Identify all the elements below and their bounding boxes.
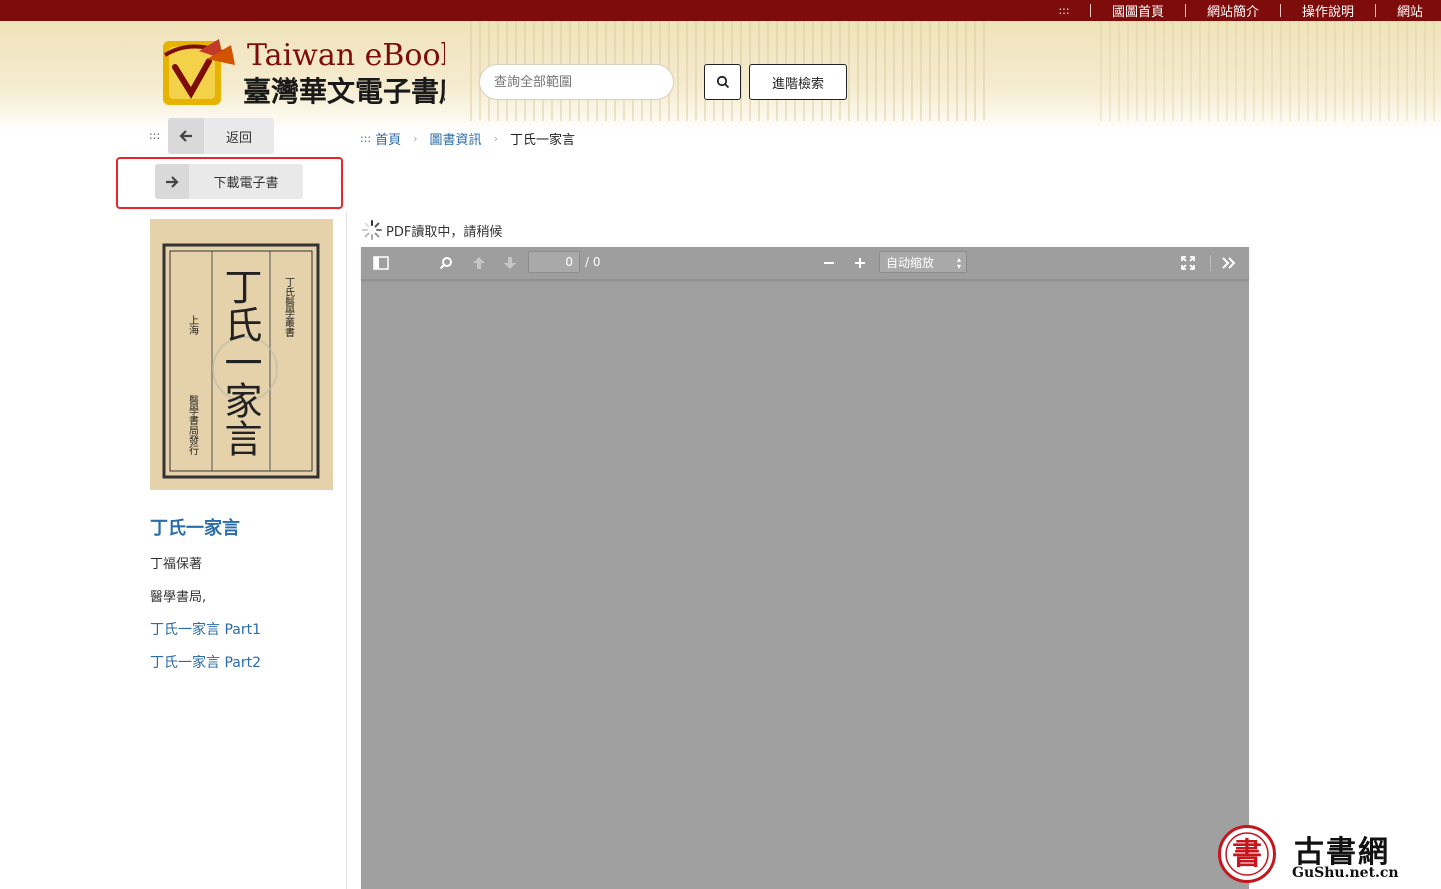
left-accesskey[interactable]: :::	[149, 129, 160, 142]
zoom-out-icon[interactable]	[817, 252, 841, 274]
search-button[interactable]	[704, 64, 741, 100]
previous-page-icon[interactable]	[467, 252, 491, 274]
book-title: 丁氏一家言	[150, 518, 240, 539]
part-link-2[interactable]: 丁氏一家言 Part2	[150, 652, 261, 672]
download-button-label: 下載電子書	[213, 176, 279, 191]
nav-link-help[interactable]: 操作說明	[1281, 1, 1375, 20]
back-button-label: 返回	[225, 130, 252, 146]
zoom-select-value: 自动缩放	[886, 255, 935, 270]
breadcrumb-chevron-icon: ›	[413, 132, 418, 145]
seal-character: 書	[1232, 837, 1262, 872]
book-publisher: 醫學書局,	[150, 590, 207, 605]
cover-issuer: 醫學書局發行	[187, 395, 199, 456]
select-arrows-icon: ▴ ▾	[956, 255, 961, 271]
zoom-select[interactable]: 自动缩放 ▴ ▾	[879, 251, 967, 273]
page-total: / 0	[585, 255, 601, 269]
breadcrumb-chevron-icon: ›	[493, 132, 498, 145]
book-author: 丁福保著	[150, 557, 203, 572]
site-logo[interactable]: Taiwan eBook 臺灣華文電子書庫	[155, 33, 445, 113]
next-page-icon[interactable]	[498, 252, 522, 274]
download-ebook-button[interactable]: 下載電子書	[155, 164, 303, 199]
back-button[interactable]: 返回	[168, 118, 274, 154]
watermark-url: GuShu.net.cn	[1292, 865, 1399, 881]
breadcrumb-accesskey[interactable]: :::	[360, 132, 371, 145]
top-bar: ::: 國圖首頁 網站簡介 操作說明 網站	[0, 0, 1441, 21]
search-input[interactable]	[479, 64, 674, 100]
presentation-mode-icon[interactable]	[1176, 252, 1200, 274]
breadcrumb-current: 丁氏一家言	[509, 133, 575, 148]
cover-series: 丁氏醫學叢書	[283, 277, 295, 337]
nav-link-library-home[interactable]: 國圖首頁	[1091, 1, 1185, 20]
advanced-search-button[interactable]: 進階檢索	[749, 64, 847, 100]
header-background-texture	[1100, 21, 1441, 121]
toolbar-divider	[1210, 255, 1211, 271]
book-cover-image[interactable]: 丁氏一家言 丁氏醫學叢書 上海 醫學書局發行	[150, 219, 333, 490]
pdf-toolbar: / 0 自动缩放 ▴▾	[361, 247, 1249, 280]
pdf-loading-indicator: PDF讀取中，請稍候	[361, 219, 502, 241]
top-accesskey[interactable]: :::	[1056, 4, 1072, 17]
breadcrumb-home[interactable]: 首頁	[375, 129, 401, 148]
cover-title: 丁氏一家言	[218, 267, 262, 457]
gushu-watermark: 書 古書網 GuShu.net.cn	[1218, 823, 1418, 885]
sidebar-toggle-icon[interactable]	[369, 252, 393, 274]
nav-link-site[interactable]: 網站	[1376, 1, 1441, 20]
top-nav: ::: 國圖首頁 網站簡介 操作說明 網站	[1056, 0, 1441, 21]
arrow-right-icon	[155, 164, 189, 199]
breadcrumb-book-info[interactable]: 圖書資訊	[430, 129, 482, 148]
seal-logo: 書	[1218, 825, 1276, 883]
part-link-1[interactable]: 丁氏一家言 Part1	[150, 619, 261, 639]
find-icon[interactable]	[434, 252, 458, 274]
tools-menu-icon[interactable]	[1217, 252, 1241, 274]
arrow-left-icon	[168, 118, 204, 154]
loading-spinner-icon	[362, 220, 382, 240]
page-number-input[interactable]	[528, 251, 580, 273]
loading-text: PDF讀取中，請稍候	[386, 224, 503, 240]
cover-place: 上海	[187, 315, 199, 336]
logo-english-text: Taiwan eBook	[247, 38, 445, 73]
breadcrumb: ::: 首頁 › 圖書資訊 › 丁氏一家言	[360, 129, 575, 148]
pdf-viewer[interactable]: / 0 自动缩放 ▴▾	[361, 247, 1249, 889]
zoom-in-icon[interactable]	[848, 252, 872, 274]
logo-chinese-text: 臺灣華文電子書庫	[243, 75, 445, 108]
nav-link-about[interactable]: 網站簡介	[1186, 1, 1280, 20]
site-header: Taiwan eBook 臺灣華文電子書庫 進階檢索	[0, 21, 1441, 131]
search-icon	[716, 75, 729, 89]
column-divider	[346, 212, 347, 889]
